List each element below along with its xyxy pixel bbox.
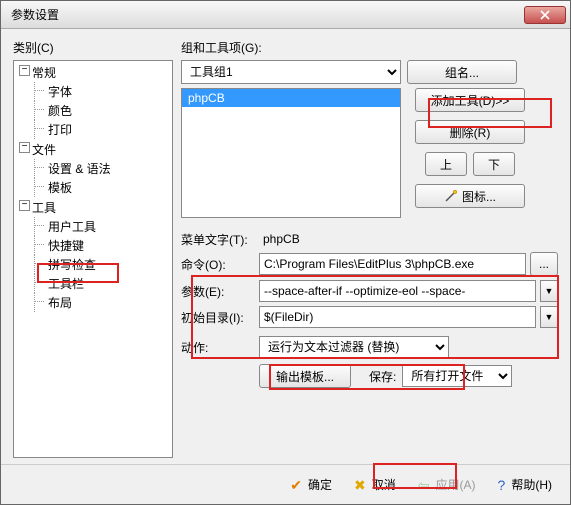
tree-item-template[interactable]: 模板	[40, 178, 172, 197]
tool-form: 菜单文字(T): phpCB 命令(O): ... 参数(E): ▼ 初始目录(…	[181, 230, 558, 392]
content-area: 类别(C) 常规 字体 颜色 打印 文件 设置 & 语法	[13, 39, 558, 458]
tree-item-general[interactable]: 常规	[18, 63, 172, 82]
wand-icon	[444, 189, 458, 203]
group-label: 组和工具项(G):	[181, 39, 558, 56]
initdir-input[interactable]	[259, 306, 536, 328]
group-select[interactable]: 工具组1	[181, 60, 401, 84]
tree-item-font[interactable]: 字体	[40, 82, 172, 101]
help-icon: ?	[498, 478, 506, 492]
help-button[interactable]: ? 帮助(H)	[494, 474, 556, 495]
action-select[interactable]: 运行为文本过滤器 (替换)	[259, 336, 449, 358]
ok-button[interactable]: ✔ 确定	[286, 474, 336, 495]
settings-pane: 组和工具项(G): 工具组1 组名... phpCB 添加工具(D)>> 删除(…	[181, 39, 558, 458]
command-input[interactable]	[259, 253, 526, 275]
arrow-left-icon: ⇦	[418, 478, 430, 492]
params-label: 参数(E):	[181, 283, 259, 300]
save-label: 保存:	[369, 368, 396, 385]
category-pane: 类别(C) 常规 字体 颜色 打印 文件 设置 & 语法	[13, 39, 173, 458]
list-item[interactable]: phpCB	[182, 89, 400, 107]
apply-button[interactable]: ⇦ 应用(A)	[414, 474, 480, 495]
action-label: 动作:	[181, 339, 259, 356]
params-input[interactable]	[259, 280, 536, 302]
titlebar: 参数设置	[1, 1, 570, 29]
cross-icon: ✖	[354, 478, 366, 492]
tree-item-layout[interactable]: 布局	[40, 293, 172, 312]
tree-item-file[interactable]: 文件	[18, 140, 172, 159]
tree-item-print[interactable]: 打印	[40, 120, 172, 139]
tree-item-shortcuts[interactable]: 快捷键	[40, 236, 172, 255]
delete-button[interactable]: 删除(R)	[415, 120, 525, 144]
browse-button[interactable]: ...	[530, 252, 558, 276]
tree-item-color[interactable]: 颜色	[40, 101, 172, 120]
tree-item-toolbar[interactable]: 工具栏	[40, 274, 172, 293]
category-label: 类别(C)	[13, 39, 173, 56]
menu-text-label: 菜单文字(T):	[181, 231, 259, 248]
add-tool-button[interactable]: 添加工具(D)>>	[415, 88, 525, 112]
tool-listbox[interactable]: phpCB	[181, 88, 401, 218]
output-template-button[interactable]: 输出模板...	[259, 364, 351, 388]
tree-item-tools[interactable]: 工具	[18, 198, 172, 217]
initdir-label: 初始目录(I):	[181, 309, 259, 326]
tree-item-spellcheck[interactable]: 拼写检查	[40, 255, 172, 274]
category-tree[interactable]: 常规 字体 颜色 打印 文件 设置 & 语法 模板	[13, 60, 173, 458]
tree-item-user-tools[interactable]: 用户工具	[40, 217, 172, 236]
window-title: 参数设置	[5, 6, 524, 23]
save-select[interactable]: 所有打开文件	[402, 365, 512, 387]
group-name-button[interactable]: 组名...	[407, 60, 517, 84]
move-up-button[interactable]: 上	[425, 152, 467, 176]
params-menu-button[interactable]: ▼	[540, 280, 558, 302]
close-button[interactable]	[524, 6, 566, 24]
icon-button[interactable]: 图标...	[415, 184, 525, 208]
menu-text-value: phpCB	[259, 230, 558, 248]
check-icon: ✔	[290, 478, 302, 492]
command-label: 命令(O):	[181, 256, 259, 273]
move-down-button[interactable]: 下	[473, 152, 515, 176]
cancel-button[interactable]: ✖ 取消	[350, 474, 400, 495]
dialog-footer: ✔ 确定 ✖ 取消 ⇦ 应用(A) ? 帮助(H)	[1, 464, 570, 504]
preferences-window: 参数设置 类别(C) 常规 字体 颜色 打印	[0, 0, 571, 505]
initdir-menu-button[interactable]: ▼	[540, 306, 558, 328]
close-icon	[540, 10, 550, 20]
icon-button-label: 图标...	[462, 188, 496, 205]
tree-item-syntax[interactable]: 设置 & 语法	[40, 159, 172, 178]
